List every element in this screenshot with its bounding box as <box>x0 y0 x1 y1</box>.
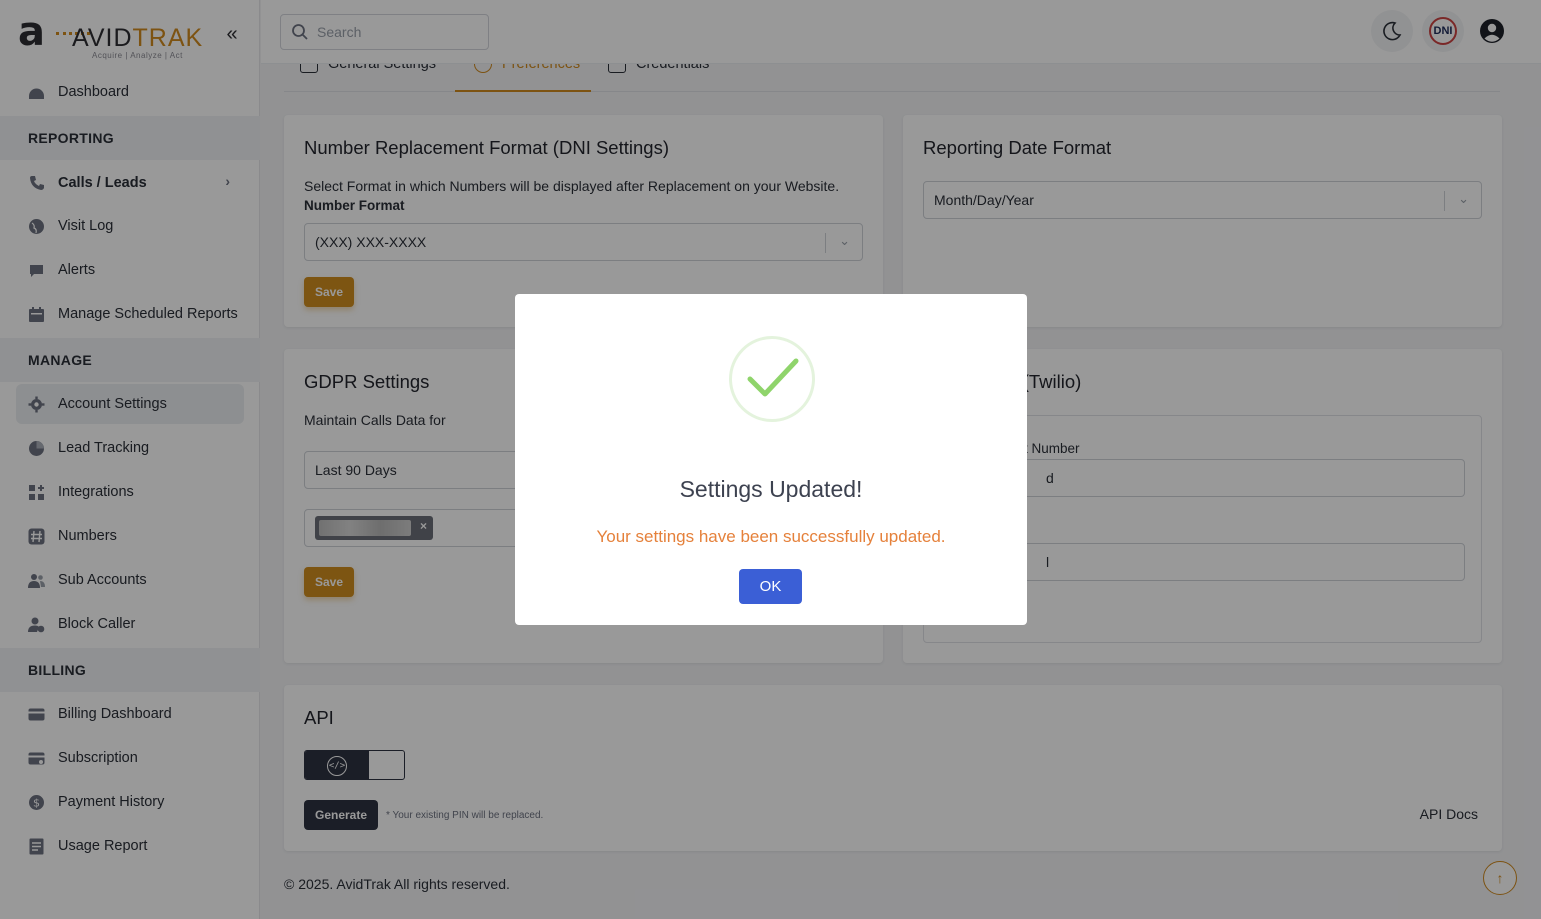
settings-updated-dialog: Settings Updated! Your settings have bee… <box>515 294 1027 625</box>
dialog-message: Your settings have been successfully upd… <box>596 527 946 546</box>
dialog-title: Settings Updated! <box>679 476 863 502</box>
success-check-icon <box>729 336 815 422</box>
ok-button[interactable]: OK <box>739 569 802 604</box>
